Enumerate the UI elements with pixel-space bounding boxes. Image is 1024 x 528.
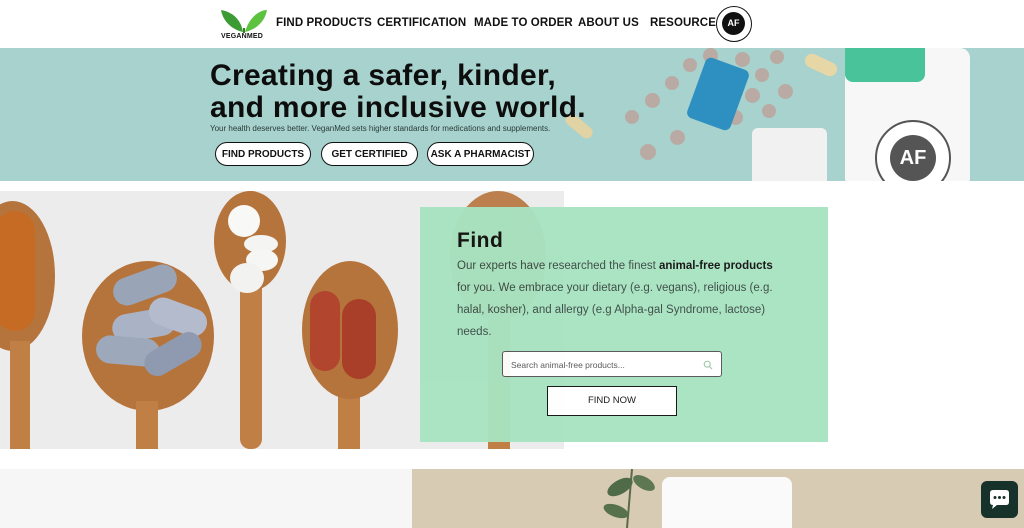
find-text-part1: Our experts have researched the finest — [457, 260, 659, 272]
green-bottle-cap-image — [845, 48, 925, 82]
pill-image — [745, 88, 760, 103]
pill-image — [735, 52, 750, 67]
search-box[interactable] — [502, 351, 722, 378]
hero-title-line2: and more inclusive world. — [210, 91, 586, 124]
red-capsule-image — [310, 291, 340, 371]
nav-about-us[interactable]: ABOUT US — [578, 17, 639, 29]
find-now-button[interactable]: FIND NOW — [547, 386, 677, 416]
certified-animal-free-badge-icon[interactable]: AF — [716, 6, 752, 42]
pill-image — [640, 144, 656, 160]
find-products-button[interactable]: FIND PRODUCTS — [215, 142, 311, 166]
find-panel: Find Our experts have researched the fin… — [420, 207, 828, 442]
pill-image — [670, 130, 685, 145]
hero-title-line1: Creating a safer, kinder, — [210, 59, 556, 92]
pill-image — [762, 104, 776, 118]
nav-resources[interactable]: RESOURCES — [650, 17, 724, 29]
spoon-handle-image — [338, 391, 360, 449]
white-pill-image — [230, 263, 264, 293]
red-capsule-image — [342, 299, 376, 379]
bottle-image — [662, 477, 792, 528]
pill-image — [770, 50, 784, 64]
capsule-image — [802, 51, 840, 79]
eucalyptus-leaf-icon — [603, 469, 655, 528]
pill-image — [665, 76, 679, 90]
search-icon[interactable] — [703, 360, 713, 370]
find-text-bold: animal-free products — [659, 260, 773, 272]
get-certified-button-label: GET CERTIFIED — [331, 149, 408, 160]
site-header: VEGANMED FIND PRODUCTS CERTIFICATION MAD… — [0, 0, 1024, 48]
find-title: Find — [457, 229, 504, 252]
logo-text: VEGANMED — [221, 33, 264, 40]
nav-find-products[interactable]: FIND PRODUCTS — [276, 17, 372, 29]
spoon-handle-image — [136, 401, 158, 449]
search-input[interactable] — [509, 352, 698, 378]
bottle-af-text: AF — [890, 135, 936, 181]
softgel-image — [0, 211, 35, 331]
hero-title: Creating a safer, kinder, and more inclu… — [210, 60, 586, 124]
find-description: Our experts have researched the finest a… — [457, 255, 777, 343]
lower-section-left — [0, 469, 412, 528]
small-bottle-image — [752, 128, 827, 181]
get-certified-button[interactable]: GET CERTIFIED — [321, 142, 418, 166]
ask-a-pharmacist-button-label: ASK A PHARMACIST — [430, 149, 531, 160]
spoon-handle-image — [10, 341, 30, 449]
badge-af-text: AF — [722, 12, 745, 35]
lower-section-image — [412, 469, 1024, 528]
hero-banner: AF Creating a safer, kinder, and more in… — [0, 48, 1024, 181]
white-pill-image — [228, 205, 260, 237]
pill-image — [755, 68, 769, 82]
pill-image — [645, 93, 660, 108]
ask-a-pharmacist-button[interactable]: ASK A PHARMACIST — [427, 142, 534, 166]
nav-made-to-order[interactable]: MADE TO ORDER — [474, 17, 573, 29]
pill-image — [683, 58, 697, 72]
chat-icon — [990, 490, 1009, 509]
find-text-part2: for you. We embrace your dietary (e.g. v… — [457, 282, 773, 338]
nav-certification[interactable]: CERTIFICATION — [377, 17, 466, 29]
pill-image — [625, 110, 639, 124]
find-products-button-label: FIND PRODUCTS — [221, 149, 305, 160]
hero-subtitle: Your health deserves better. VeganMed se… — [210, 124, 551, 133]
pill-image — [778, 84, 793, 99]
chat-button[interactable] — [981, 481, 1018, 518]
